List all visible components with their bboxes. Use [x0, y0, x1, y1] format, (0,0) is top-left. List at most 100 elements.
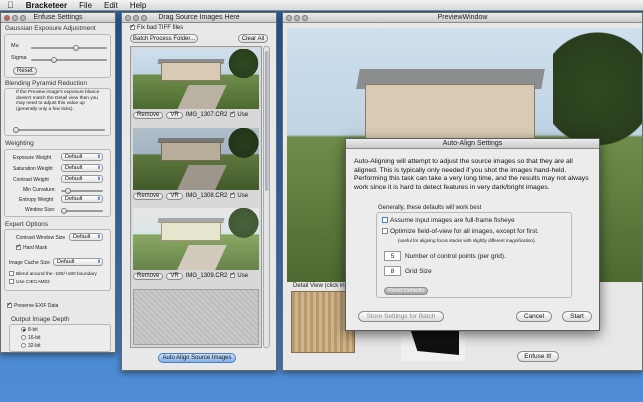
- zoom-icon[interactable]: [20, 15, 26, 21]
- close-icon[interactable]: [125, 15, 131, 21]
- minimize-icon[interactable]: [133, 15, 139, 21]
- reset-button[interactable]: Reset: [13, 67, 37, 75]
- min-curvature-slider[interactable]: [61, 188, 103, 194]
- contrast-weight-value: Default: [65, 176, 83, 182]
- image-cache-select[interactable]: Default ⬍: [53, 258, 103, 266]
- minimize-icon[interactable]: [294, 15, 300, 21]
- blend-boundary-label: Blend around the -180/+180 boundary: [16, 271, 97, 277]
- minimize-icon[interactable]: [12, 15, 18, 21]
- menu-bar:  Bracketeer File Edit Help: [0, 0, 643, 11]
- menu-edit[interactable]: Edit: [104, 1, 118, 10]
- window-size-label: Window Size:: [25, 207, 56, 213]
- contrast-weight-label: Contrast Weight: [13, 177, 49, 183]
- fisheye-row[interactable]: Assume input images are full-frame fishe…: [382, 217, 515, 224]
- close-icon[interactable]: [286, 15, 292, 21]
- preserve-exif-checkbox[interactable]: [7, 301, 12, 309]
- entropy-weight-value: Default: [65, 196, 83, 202]
- depth-16bit-radio[interactable]: [21, 335, 26, 341]
- drag-titlebar: Drag Source Images Here: [122, 13, 276, 23]
- ciecam-row[interactable]: Use CIECAM02: [9, 279, 50, 285]
- weighting-label: Weighting: [5, 140, 34, 147]
- fisheye-checkbox[interactable]: [382, 217, 388, 224]
- menu-app-name[interactable]: Bracketeer: [26, 1, 67, 10]
- use-label: Use: [237, 193, 249, 200]
- vr-button[interactable]: VR: [166, 272, 183, 280]
- output-depth-label: Output Image Depth: [11, 316, 70, 323]
- fix-tiff-checkbox[interactable]: [130, 23, 135, 30]
- remove-button[interactable]: Remove: [133, 192, 164, 200]
- use-row[interactable]: Use: [230, 110, 248, 118]
- vr-button[interactable]: VR: [166, 111, 183, 119]
- apple-icon[interactable]: : [7, 0, 14, 10]
- drag-source-window: Drag Source Images Here Fix bad TIFF fil…: [121, 12, 277, 371]
- hard-mask-checkbox[interactable]: [16, 243, 21, 251]
- depth-32bit-radio[interactable]: [21, 343, 26, 349]
- chevron-updown-icon: ⬍: [96, 176, 102, 182]
- fix-tiff-row[interactable]: Fix bad TIFF files: [130, 23, 183, 31]
- grid-size-input[interactable]: 8: [384, 266, 401, 276]
- ciecam-checkbox[interactable]: [9, 279, 14, 284]
- sigma-label: Sigma: [11, 55, 27, 61]
- remove-button[interactable]: Remove: [133, 111, 164, 119]
- depth-8bit-radio[interactable]: [21, 327, 26, 333]
- optimize-row[interactable]: Optimize field-of-view for all images, e…: [382, 228, 539, 235]
- dialog-title: Auto-Align Settings: [442, 140, 503, 147]
- use-row[interactable]: Use: [230, 191, 249, 200]
- preview-title: PreviewWindow: [437, 14, 488, 21]
- cancel-button[interactable]: Cancel: [516, 311, 552, 322]
- enfuse-it-button[interactable]: Enfuse It!: [517, 351, 559, 362]
- use-checkbox[interactable]: [230, 191, 235, 198]
- preserve-exif-row[interactable]: Preserve EXIF Data: [7, 301, 59, 309]
- zoom-icon[interactable]: [302, 15, 308, 21]
- depth-32bit-row[interactable]: 32-bit: [21, 343, 41, 349]
- mu-slider[interactable]: [31, 45, 107, 51]
- menu-file[interactable]: File: [79, 1, 92, 10]
- hard-mask-row[interactable]: Hard Mask: [16, 243, 47, 251]
- auto-align-button[interactable]: Auto Align Source Images: [158, 353, 236, 363]
- optimize-checkbox[interactable]: [382, 228, 388, 235]
- preserve-exif-label: Preserve EXIF Data: [14, 303, 59, 309]
- empty-drop-slot[interactable]: [133, 289, 259, 345]
- batch-process-button[interactable]: Batch Process Folder...: [130, 34, 198, 43]
- window-size-knob[interactable]: [61, 208, 67, 214]
- blending-help: If the Preview image's exposure blance d…: [16, 90, 100, 112]
- control-points-input[interactable]: 5: [384, 251, 401, 261]
- contrast-window-select[interactable]: Default ⬍: [69, 233, 103, 241]
- entropy-weight-select[interactable]: Default ⬍: [61, 195, 103, 203]
- entropy-weight-label: Entropy Weight: [19, 197, 54, 203]
- use-checkbox[interactable]: [230, 110, 235, 117]
- contrast-weight-select[interactable]: Default ⬍: [61, 175, 103, 183]
- start-button[interactable]: Start: [562, 311, 592, 322]
- min-curvature-knob[interactable]: [65, 188, 71, 194]
- list-scrollbar-thumb[interactable]: [265, 51, 269, 191]
- zoom-icon[interactable]: [141, 15, 147, 21]
- source-thumbnail[interactable]: [133, 49, 259, 109]
- blending-slider-knob[interactable]: [13, 127, 19, 133]
- store-settings-button[interactable]: Store Settings for Batch: [358, 311, 444, 322]
- blend-boundary-row[interactable]: Blend around the -180/+180 boundary: [9, 271, 97, 277]
- remove-button[interactable]: Remove: [133, 272, 164, 280]
- sigma-slider[interactable]: [31, 57, 107, 63]
- sigma-slider-knob[interactable]: [51, 57, 57, 63]
- window-size-slider[interactable]: [61, 208, 103, 214]
- saturation-weight-select[interactable]: Default ⬍: [61, 164, 103, 172]
- menu-help[interactable]: Help: [130, 1, 146, 10]
- list-scrollbar[interactable]: [263, 46, 270, 348]
- exposure-weight-select[interactable]: Default ⬍: [61, 153, 103, 161]
- source-thumbnail[interactable]: [133, 208, 259, 270]
- use-checkbox[interactable]: [230, 271, 235, 278]
- close-icon[interactable]: [4, 15, 10, 21]
- depth-16bit-row[interactable]: 16-bit: [21, 335, 41, 341]
- blending-slider[interactable]: [13, 127, 105, 133]
- reset-defaults-button[interactable]: Reset Defaults: [384, 287, 429, 295]
- source-thumbnail[interactable]: [133, 128, 259, 190]
- blend-boundary-checkbox[interactable]: [9, 271, 14, 276]
- depth-8bit-row[interactable]: 8-bit: [21, 327, 38, 333]
- chevron-updown-icon: ⬍: [96, 154, 102, 160]
- vr-button[interactable]: VR: [166, 192, 183, 200]
- optimize-note: (useful for aligning focus stacks with s…: [398, 238, 536, 243]
- clear-all-button[interactable]: Clear All: [238, 34, 268, 43]
- saturation-weight-value: Default: [65, 165, 83, 171]
- use-row[interactable]: Use: [230, 271, 248, 279]
- mu-slider-knob[interactable]: [73, 45, 79, 51]
